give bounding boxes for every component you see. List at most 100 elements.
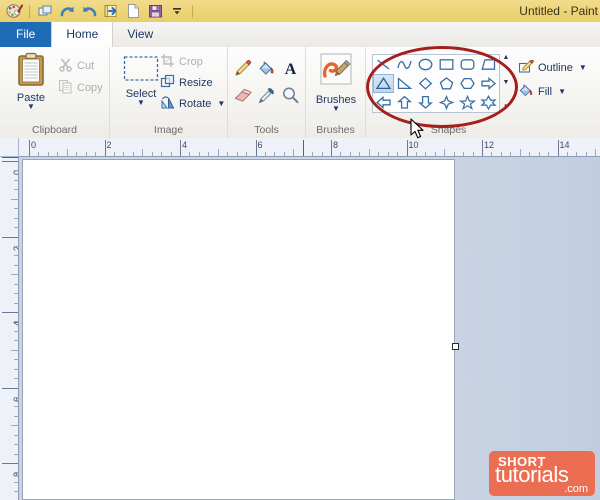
gallery-expand-icon[interactable]: ▾ xyxy=(504,103,508,111)
watermark-logo: SHORT tutorials .com xyxy=(489,451,595,496)
paint-window: Untitled - Paint File Home View Paste ▼ … xyxy=(0,0,600,500)
cut-button[interactable]: Cut xyxy=(58,56,94,75)
ruler-v-minor-tick xyxy=(14,378,18,380)
ruler-h-minor-tick xyxy=(378,152,380,156)
pencil-tool-button[interactable] xyxy=(231,59,253,81)
shape-line[interactable] xyxy=(373,55,394,74)
outline-dropdown-caret-icon[interactable]: ▼ xyxy=(579,63,587,72)
shape-right-arrow[interactable] xyxy=(478,74,499,93)
ruler-h-minor-tick xyxy=(548,152,550,156)
shape-up-arrow[interactable] xyxy=(394,93,415,112)
email-icon[interactable] xyxy=(100,1,122,21)
ruler-v-minor-tick xyxy=(14,293,18,295)
ribbon-group-image: Select ▼ Crop Resize Rotate ▼ Image xyxy=(110,47,228,138)
paste-button[interactable]: Paste ▼ xyxy=(4,52,58,111)
eraser-icon xyxy=(233,86,252,108)
shape-rectangle[interactable] xyxy=(436,55,457,74)
ruler-v-minor-tick xyxy=(14,170,18,172)
fill-dropdown-caret-icon[interactable]: ▼ xyxy=(558,87,566,96)
copy-windows-icon[interactable] xyxy=(34,1,56,21)
ruler-h-minor-tick xyxy=(415,152,417,156)
ruler-corner xyxy=(0,138,19,157)
ruler-h-minor-tick xyxy=(47,152,49,156)
ruler-h-label: 10 xyxy=(408,140,419,150)
shape-right-triangle[interactable] xyxy=(394,74,415,93)
color-picker-tool-button[interactable] xyxy=(255,86,277,108)
brush-icon xyxy=(316,52,356,93)
ruler-h-minor-tick xyxy=(595,149,597,156)
customize-qat-chevron-down-icon[interactable] xyxy=(166,1,188,21)
eraser-tool-button[interactable] xyxy=(231,86,253,108)
ruler-h-minor-tick xyxy=(227,152,229,156)
brushes-dropdown-caret-icon[interactable]: ▼ xyxy=(332,105,340,113)
canvas-resize-handle-right[interactable] xyxy=(452,343,459,350)
paste-dropdown-caret-icon[interactable]: ▼ xyxy=(27,103,35,111)
shape-diamond[interactable] xyxy=(415,74,436,93)
shape-triangle[interactable] xyxy=(373,74,394,93)
resize-button[interactable]: Resize xyxy=(160,73,213,92)
outline-button[interactable]: Outline ▼ xyxy=(518,58,587,77)
shape-rounded-rectangle[interactable] xyxy=(457,55,478,74)
rotate-button[interactable]: Rotate ▼ xyxy=(160,94,225,113)
rotate-icon xyxy=(160,95,175,113)
shape-six-point-star[interactable] xyxy=(478,93,499,112)
crop-button[interactable]: Crop xyxy=(160,52,203,71)
shape-pentagon[interactable] xyxy=(436,74,457,93)
shape-down-arrow[interactable] xyxy=(415,93,436,112)
shape-oval[interactable] xyxy=(415,55,436,74)
shape-four-point-star[interactable] xyxy=(436,93,457,112)
shape-five-point-star[interactable] xyxy=(457,93,478,112)
ruler-h-minor-tick xyxy=(123,152,125,156)
ruler-h-label: 8 xyxy=(333,140,339,150)
gallery-scroll-up-icon[interactable]: ▲ xyxy=(503,54,510,62)
shape-hexagon[interactable] xyxy=(457,74,478,93)
save-floppy-icon[interactable] xyxy=(144,1,166,21)
tab-view[interactable]: View xyxy=(113,22,167,47)
ruler-h-minor-tick xyxy=(208,152,210,156)
outline-label: Outline xyxy=(538,61,573,74)
ruler-v-minor-tick xyxy=(14,302,18,304)
ruler-h-minor-tick xyxy=(95,152,97,156)
ribbon-group-clipboard: Paste ▼ Cut Copy Clipboard xyxy=(0,47,110,138)
copy-button[interactable]: Copy xyxy=(58,78,103,97)
ruler-h-minor-tick xyxy=(246,152,248,156)
shape-curve[interactable] xyxy=(394,55,415,74)
gallery-scroll-down-icon[interactable]: ▼ xyxy=(503,79,510,87)
tab-file[interactable]: File xyxy=(0,22,52,47)
shape-right-triangle-flat[interactable] xyxy=(478,55,499,74)
magnifier-tool-button[interactable] xyxy=(279,86,301,108)
rotate-dropdown-caret-icon[interactable]: ▼ xyxy=(217,99,225,108)
image-group-label: Image xyxy=(153,124,184,136)
fill-with-color-tool-button[interactable] xyxy=(255,59,277,81)
ruler-vertical: 02468 xyxy=(0,157,19,500)
ruler-v-minor-tick xyxy=(14,340,18,342)
paint-app-icon[interactable] xyxy=(3,1,25,21)
new-page-icon[interactable] xyxy=(122,1,144,21)
ruler-h-minor-tick xyxy=(566,152,568,156)
drawing-canvas[interactable] xyxy=(22,159,455,500)
ruler-h-major-tick xyxy=(255,140,257,156)
brushes-button[interactable]: Brushes ▼ xyxy=(309,52,363,113)
ruler-h-label: 4 xyxy=(182,140,188,150)
ruler-h-minor-tick xyxy=(491,152,493,156)
select-dropdown-caret-icon[interactable]: ▼ xyxy=(137,99,145,107)
ruler-v-major-tick xyxy=(2,463,18,464)
tab-home[interactable]: Home xyxy=(51,21,114,48)
redo-icon[interactable] xyxy=(56,1,78,21)
ruler-h-label: 2 xyxy=(106,140,112,150)
shapes-gallery[interactable] xyxy=(372,54,500,113)
text-tool-button[interactable]: A xyxy=(279,59,301,81)
ruler-h-label: 12 xyxy=(484,140,495,150)
pencil-icon xyxy=(233,59,252,81)
undo-icon[interactable] xyxy=(78,1,100,21)
ruler-h-minor-tick xyxy=(425,152,427,156)
ruler-h-minor-tick xyxy=(264,152,266,156)
shapes-gallery-scroll[interactable]: ▲ ▼ ▾ xyxy=(500,54,512,111)
ruler-v-minor-tick xyxy=(14,264,18,266)
selection-rectangle-icon xyxy=(121,54,161,87)
ruler-h-minor-tick xyxy=(463,152,465,156)
fill-button[interactable]: Fill ▼ xyxy=(518,82,566,101)
outline-pencil-icon xyxy=(518,59,534,77)
canvas-area[interactable] xyxy=(19,157,600,500)
shape-left-arrow[interactable] xyxy=(373,93,394,112)
